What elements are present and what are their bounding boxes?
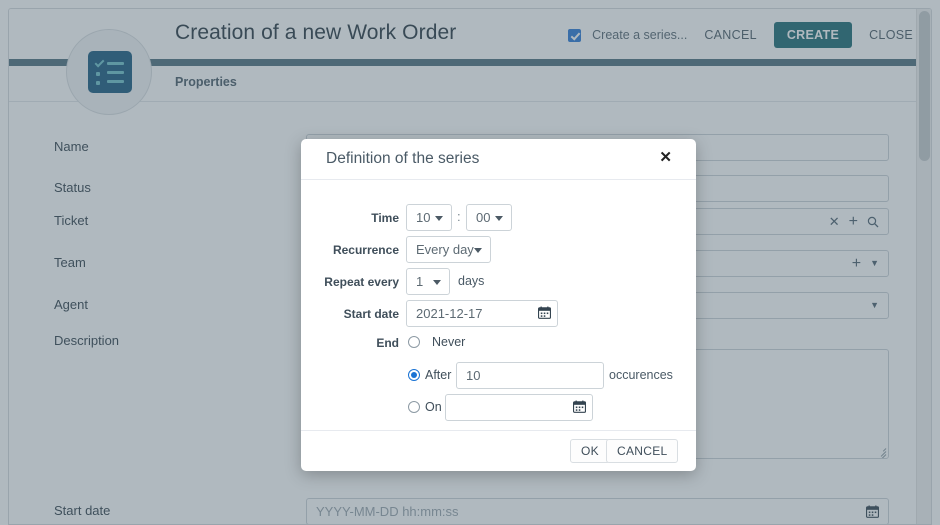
chevron-down-icon [495, 216, 503, 221]
end-after-occurrences-input[interactable]: 10 [456, 362, 604, 389]
end-after-occurrences-value: 10 [466, 368, 481, 383]
end-after-unit: occurences [609, 368, 673, 382]
time-separator: : [457, 209, 461, 224]
time-hour-select[interactable]: 10 [406, 204, 452, 231]
label-time: Time [371, 211, 399, 225]
end-label-never: Never [432, 335, 466, 349]
recurrence-select[interactable]: Every day [406, 236, 491, 263]
screenshot-root: Creation of a new Work Order Create a se… [0, 0, 940, 525]
close-icon[interactable]: ✕ [659, 150, 672, 165]
label-repeat-every: Repeat every [324, 275, 399, 289]
end-label-after: After [425, 368, 452, 382]
repeat-every-select[interactable]: 1 [406, 268, 450, 295]
label-end: End [376, 336, 399, 350]
dialog-cancel-button[interactable]: CANCEL [606, 439, 679, 463]
chevron-down-icon [433, 280, 441, 285]
end-radio-never[interactable] [408, 336, 420, 348]
chevron-down-icon [435, 216, 443, 221]
end-label-on: On [425, 400, 442, 414]
chevron-down-icon [474, 248, 482, 253]
label-recurrence: Recurrence [332, 243, 399, 257]
end-radio-on[interactable] [408, 401, 420, 413]
calendar-icon[interactable] [573, 400, 587, 418]
time-minute-value: 00 [476, 210, 491, 225]
dialog-header: Definition of the series ✕ [301, 139, 696, 180]
repeat-every-unit: days [458, 274, 485, 288]
dialog-body: Time 10 : 00 Recurrence Every day Repeat… [301, 180, 696, 430]
dialog-start-date-value: 2021-12-17 [416, 306, 483, 321]
time-hour-value: 10 [416, 210, 431, 225]
end-on-date-input[interactable] [445, 394, 593, 421]
dialog-footer: OK CANCEL [301, 430, 696, 471]
series-definition-dialog: Definition of the series ✕ Time 10 : 00 … [301, 139, 696, 471]
recurrence-value: Every day [416, 242, 474, 257]
label-dialog-start-date: Start date [343, 307, 399, 321]
end-radio-after[interactable] [408, 369, 420, 381]
calendar-icon[interactable] [538, 306, 552, 324]
dialog-title: Definition of the series [326, 150, 480, 167]
time-minute-select[interactable]: 00 [466, 204, 512, 231]
repeat-every-value: 1 [416, 274, 424, 289]
ok-button[interactable]: OK [570, 439, 610, 463]
dialog-start-date-input[interactable]: 2021-12-17 [406, 300, 558, 327]
